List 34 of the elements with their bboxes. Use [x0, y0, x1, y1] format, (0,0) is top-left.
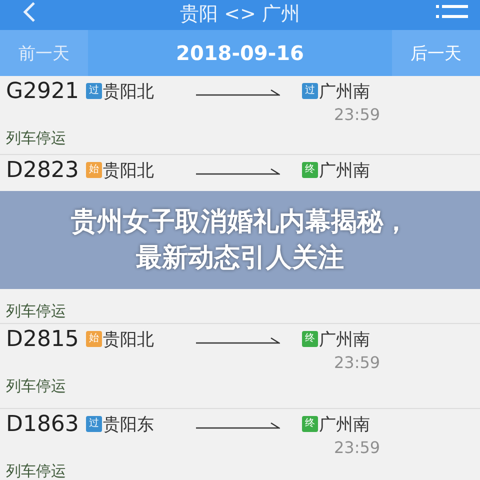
- station-name: 广州南: [319, 80, 370, 102]
- station-badge: 始: [86, 162, 102, 178]
- train-status: 列车停运: [6, 301, 67, 321]
- train-number: D2823: [6, 158, 80, 182]
- station-name: 贵阳东: [103, 414, 154, 436]
- menu-icon[interactable]: [436, 4, 468, 20]
- arrival-time: 23:59: [334, 104, 382, 126]
- train-status: 列车停运: [6, 376, 67, 396]
- station-name: 贵阳北: [103, 328, 154, 350]
- station-badge: 终: [302, 416, 318, 432]
- arrival-time: 23:59: [334, 352, 382, 374]
- train-number: G2921: [6, 78, 80, 104]
- station-name: 广州南: [319, 328, 370, 350]
- station-name: 广州南: [319, 160, 370, 182]
- station-badge: 过: [86, 416, 102, 432]
- headline-text: 最新动态引人关注: [136, 242, 344, 275]
- station-badge: 过: [86, 83, 102, 99]
- train-number: D1863: [6, 412, 80, 436]
- station-badge: 始: [86, 331, 102, 347]
- train-number: D2815: [6, 326, 80, 352]
- train-status: 列车停运: [6, 461, 67, 480]
- station-badge: 终: [302, 331, 318, 347]
- station-name: 贵阳北: [103, 160, 154, 182]
- station-name: 广州南: [319, 414, 370, 436]
- back-icon[interactable]: [22, 2, 36, 22]
- date-label: 2018-09-16: [175, 41, 305, 65]
- next-day-button[interactable]: 后一天: [392, 30, 480, 76]
- arrival-time: 23:59: [334, 437, 382, 459]
- station-name: 贵阳北: [103, 80, 154, 102]
- train-status: 列车停运: [6, 128, 67, 148]
- route-title: 贵阳 <> 广州: [180, 3, 300, 25]
- headline-text: 贵州女子取消婚礼内幕揭秘，: [71, 206, 409, 239]
- station-badge: 终: [302, 162, 318, 178]
- station-badge: 过: [302, 83, 318, 99]
